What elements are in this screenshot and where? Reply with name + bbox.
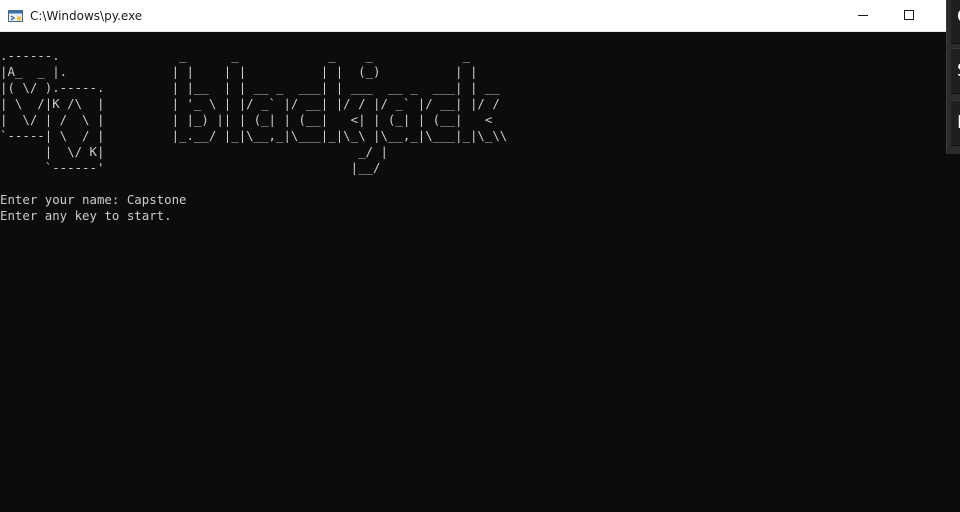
maximize-icon bbox=[904, 7, 914, 25]
prompt-lines: Enter your name: Capstone Enter any key … bbox=[0, 192, 187, 224]
minimize-icon bbox=[858, 7, 868, 25]
window-title: C:\Windows\py.exe bbox=[30, 9, 143, 23]
overlapping-window-edge[interactable]: C S F bbox=[946, 0, 960, 154]
python-launcher-icon bbox=[8, 9, 24, 23]
name-prompt-line: Enter your name: Capstone bbox=[0, 192, 187, 207]
blackjack-ascii-banner: .------. _ _ _ _ _ |A_ _ |. | | | | | | … bbox=[0, 48, 508, 175]
side-item-f[interactable]: F bbox=[951, 100, 960, 146]
side-item-c[interactable]: C bbox=[951, 0, 960, 44]
console-window: C:\Windows\py.exe .------. _ _ _ _ _ |A_… bbox=[0, 0, 946, 512]
minimize-button[interactable] bbox=[840, 0, 886, 32]
side-item-s[interactable]: S bbox=[951, 48, 960, 94]
start-prompt-line: Enter any key to start. bbox=[0, 208, 172, 223]
console-output[interactable]: .------. _ _ _ _ _ |A_ _ |. | | | | | | … bbox=[0, 32, 946, 512]
maximize-button[interactable] bbox=[886, 0, 932, 32]
title-bar[interactable]: C:\Windows\py.exe bbox=[0, 0, 946, 32]
